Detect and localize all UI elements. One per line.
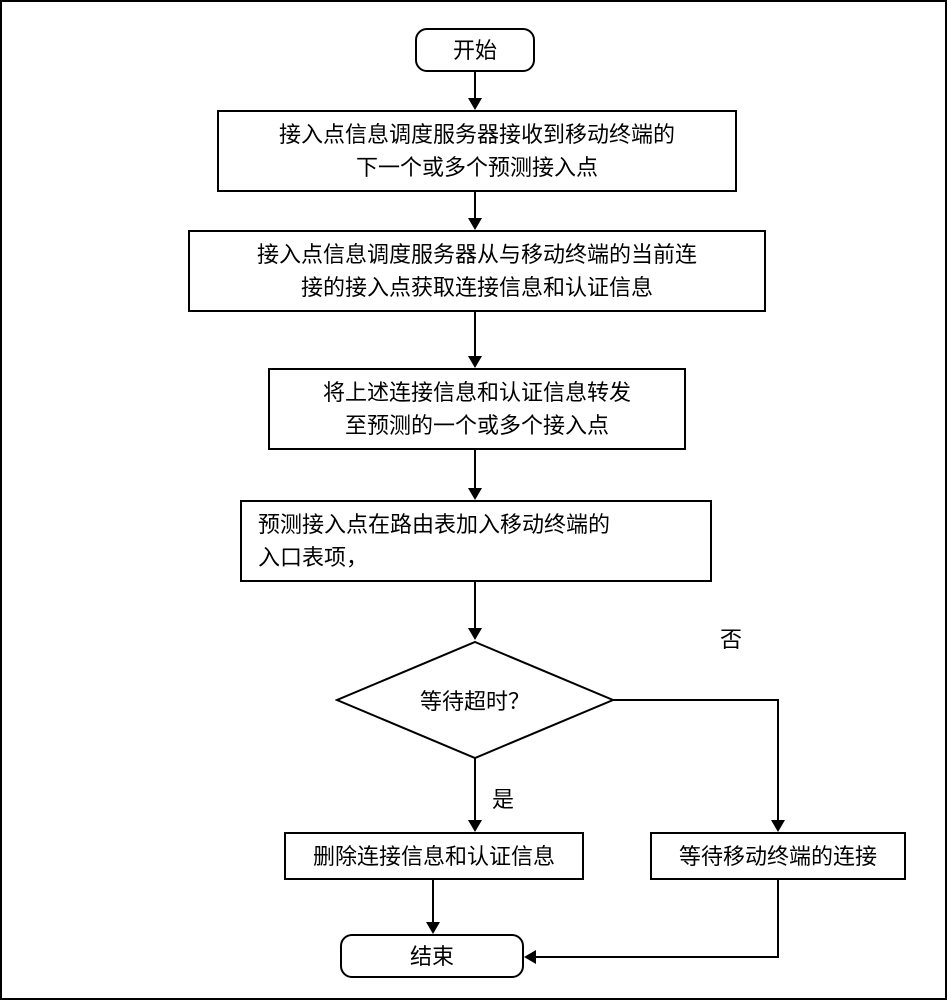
- forward-label: 将上述连接信息和认证信息转发 至预测的一个或多个接入点: [323, 376, 631, 442]
- arrow-head: [468, 356, 482, 368]
- arrow: [474, 192, 476, 220]
- arrow: [474, 72, 476, 100]
- arrow: [777, 880, 779, 957]
- arrow-head: [468, 488, 482, 500]
- arrow-head: [468, 820, 482, 832]
- arrow: [474, 582, 476, 630]
- edge-no-label: 否: [720, 622, 742, 654]
- addentry-node: 预测接入点在路由表加入移动终端的 入口表项，: [240, 500, 712, 582]
- arrow: [474, 312, 476, 358]
- start-label: 开始: [453, 34, 497, 67]
- addentry-label: 预测接入点在路由表加入移动终端的 入口表项，: [258, 508, 610, 574]
- arrow: [613, 699, 777, 701]
- arrow: [474, 758, 476, 822]
- arrow-head: [771, 820, 785, 832]
- arrow: [777, 699, 779, 822]
- wait-node: 等待移动终端的连接: [650, 832, 906, 880]
- arrow: [474, 450, 476, 490]
- delete-label: 删除连接信息和认证信息: [313, 840, 555, 873]
- timeout-decision: 等待超时？: [335, 640, 615, 760]
- receive-label: 接入点信息调度服务器接收到移动终端的 下一个或多个预测接入点: [279, 118, 675, 184]
- receive-node: 接入点信息调度服务器接收到移动终端的 下一个或多个预测接入点: [217, 110, 737, 192]
- arrow-head: [468, 628, 482, 640]
- end-label: 结束: [410, 940, 454, 973]
- arrow-head: [524, 950, 536, 964]
- arrow-head: [468, 98, 482, 110]
- delete-node: 删除连接信息和认证信息: [284, 832, 584, 880]
- forward-node: 将上述连接信息和认证信息转发 至预测的一个或多个接入点: [268, 368, 686, 450]
- arrow: [534, 956, 779, 958]
- edge-yes-label: 是: [492, 782, 514, 814]
- wait-label: 等待移动终端的连接: [679, 840, 877, 873]
- arrow: [432, 880, 434, 924]
- getinfo-node: 接入点信息调度服务器从与移动终端的当前连 接的接入点获取连接信息和认证信息: [188, 230, 766, 312]
- end-node: 结束: [340, 934, 524, 978]
- timeout-label: 等待超时？: [335, 640, 615, 760]
- flowchart-canvas: 开始 接入点信息调度服务器接收到移动终端的 下一个或多个预测接入点 接入点信息调…: [0, 0, 947, 1000]
- arrow-head: [426, 922, 440, 934]
- arrow-head: [468, 218, 482, 230]
- start-node: 开始: [415, 28, 535, 72]
- getinfo-label: 接入点信息调度服务器从与移动终端的当前连 接的接入点获取连接信息和认证信息: [257, 238, 697, 304]
